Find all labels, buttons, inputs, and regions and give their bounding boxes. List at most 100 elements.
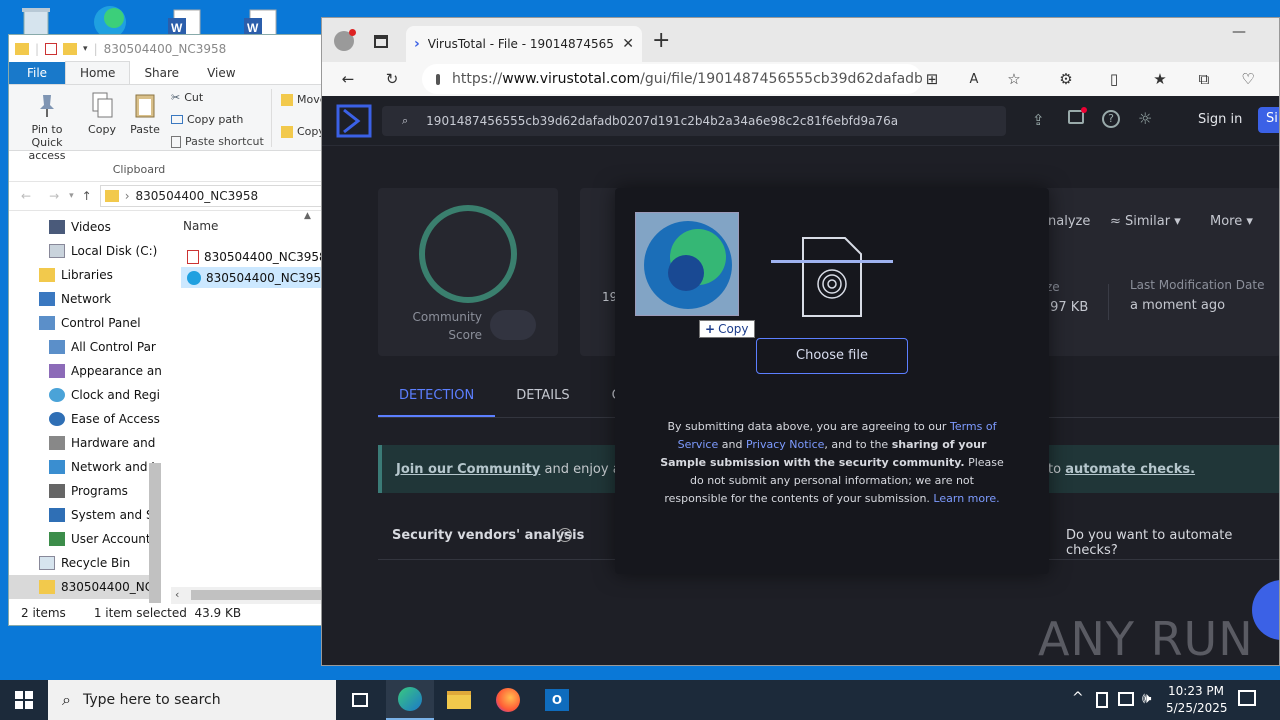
nav-clock-region[interactable]: Clock and Regi [9,383,161,407]
chat-bubble-button[interactable] [1252,580,1279,640]
apps-icon[interactable]: ⊞ [922,69,942,89]
collections-icon[interactable]: ⧉ [1194,69,1214,89]
tab-view[interactable]: View [193,62,249,84]
tab-detection[interactable]: DETECTION [378,376,496,417]
nav-videos[interactable]: Videos [9,215,161,239]
nav-local-disk[interactable]: Local Disk (C:) [9,239,161,263]
more-button[interactable]: More ▾ [1210,214,1253,229]
address-field[interactable]: › 830504400_NC3958 [99,185,323,207]
move-to-icon [281,93,293,106]
tab-details[interactable]: DETAILS [495,376,590,417]
chevron-left-icon[interactable]: ‹ [175,588,179,601]
extensions-icon[interactable]: ⚙ [1056,69,1076,89]
forward-arrow-icon[interactable]: → [49,189,59,203]
nav-network[interactable]: Network [9,287,161,311]
nav-hardware[interactable]: Hardware and [9,431,161,455]
clock[interactable]: 10:23 PM 5/25/2025 [1166,683,1228,717]
dragged-file-icon[interactable] [635,212,739,316]
copy-button[interactable]: Copy [85,91,119,136]
learn-more-link[interactable]: Learn more. [933,492,999,505]
privacy-notice-link[interactable]: Privacy Notice [746,438,824,451]
notifications-icon[interactable] [1068,107,1087,124]
chevron-up-icon[interactable]: ^ [1072,690,1084,706]
nav-recycle-bin[interactable]: Recycle Bin [9,551,161,575]
info-icon[interactable]: i [558,528,572,542]
volume-icon[interactable]: 🕪 [1142,689,1151,707]
recycle-bin-desktop-icon[interactable] [14,2,58,37]
similar-button[interactable]: ≈ Similar ▾ [1110,214,1181,229]
paste-shortcut-button[interactable]: Paste shortcut [171,135,264,148]
nav-current-folder[interactable]: 830504400_NC39 [9,575,161,599]
taskbar-outlook[interactable]: O [533,680,581,720]
nav-all-control-panel[interactable]: All Control Par [9,335,161,359]
nav-libraries[interactable]: Libraries [9,263,161,287]
taskbar-firefox[interactable] [484,680,532,720]
nav-control-panel[interactable]: Control Panel [9,311,161,335]
favorite-star-icon[interactable]: ☆ [1004,69,1024,89]
back-icon[interactable]: ← [338,69,358,89]
read-aloud-icon[interactable]: A [964,69,984,89]
tab-share[interactable]: Share [130,62,193,84]
copy-path-button[interactable]: Copy path [171,113,243,126]
vote-toggle[interactable] [490,310,536,340]
nav-system-security[interactable]: System and Sec [9,503,161,527]
virustotal-logo[interactable] [336,104,372,138]
battery-icon[interactable] [1096,692,1108,708]
help-icon[interactable]: ? [1102,110,1120,128]
tab-actions-icon[interactable] [374,35,388,48]
file-row-pdf[interactable]: 830504400_NC3958.pdf [181,246,323,267]
split-screen-icon[interactable]: ▯ [1104,69,1124,89]
word-doc-desktop-icon[interactable]: W [162,4,206,39]
properties-icon[interactable] [45,43,58,55]
up-arrow-icon[interactable]: ↑ [82,189,92,203]
sign-up-button[interactable]: Si [1258,107,1279,133]
reanalyze-button[interactable]: nalyze [1048,214,1090,229]
chevron-down-icon[interactable]: ▾ [83,44,88,54]
start-button[interactable] [0,680,48,720]
move-to-button[interactable]: Move [281,93,323,106]
nav-ease-access[interactable]: Ease of Access [9,407,161,431]
back-arrow-icon[interactable]: ← [21,189,31,203]
word-doc-desktop-icon-2[interactable]: W [238,4,282,39]
nav-network-internet[interactable]: Network and Ir [9,455,161,479]
sign-in-link[interactable]: Sign in [1198,112,1242,127]
close-tab-icon[interactable]: ✕ [622,36,634,52]
taskbar-search-box[interactable]: ⌕ Type here to search [48,680,336,720]
nav-user-accounts[interactable]: User Accounts [9,527,161,551]
column-header-name[interactable]: Name [183,219,218,233]
automate-checks-link[interactable]: automate checks. [1065,462,1195,477]
upload-icon[interactable]: ⇪ [1032,111,1045,129]
vt-search-input[interactable]: ⌕ 1901487456555cb39d62dafadb0207d191c2b4… [382,106,1006,136]
nav-scrollbar[interactable] [149,463,161,603]
pin-quick-access-button[interactable]: Pin to Quick access [15,91,79,162]
taskbar-edge[interactable] [386,680,434,720]
new-tab-icon[interactable]: + [652,28,670,53]
choose-file-button[interactable]: Choose file [756,338,908,374]
nav-appearance[interactable]: Appearance an [9,359,161,383]
minimize-icon[interactable]: — [1232,24,1246,40]
task-view-button[interactable] [336,680,384,720]
url-bar[interactable]: https://www.virustotal.com/gui/file/1901… [422,64,922,94]
paste-button[interactable]: Paste [127,91,163,136]
edge-browser-window[interactable]: › VirusTotal - File - 1901487456555c ✕ +… [321,17,1280,666]
edge-desktop-icon[interactable] [88,0,132,38]
nav-programs[interactable]: Programs [9,479,161,503]
chevron-down-icon[interactable]: ▾ [69,191,74,201]
network-icon[interactable] [1118,692,1134,706]
tab-home[interactable]: Home [65,61,131,84]
theme-sun-icon[interactable]: ☼ [1138,109,1152,128]
cut-button[interactable]: ✂ Cut [171,91,203,104]
profile-avatar[interactable] [334,29,356,51]
notification-center-icon[interactable] [1238,690,1256,706]
copy-to-button[interactable]: Copy [281,125,323,138]
file-explorer-window[interactable]: | ▾ | 830504400_NC3958 File Home Share V… [8,34,324,626]
taskbar-file-explorer[interactable] [435,680,483,720]
performance-icon[interactable]: ♡ [1238,69,1258,89]
refresh-icon[interactable]: ↻ [382,69,402,89]
new-folder-icon[interactable] [63,43,78,55]
join-community-link[interactable]: Join our Community [396,462,540,477]
browser-tab-virustotal[interactable]: › VirusTotal - File - 1901487456555c ✕ [406,26,642,62]
tab-file[interactable]: File [9,62,65,84]
favorites-icon[interactable]: ★ [1150,69,1170,89]
file-row-xml[interactable]: 830504400_NC3958.xml [181,267,323,288]
